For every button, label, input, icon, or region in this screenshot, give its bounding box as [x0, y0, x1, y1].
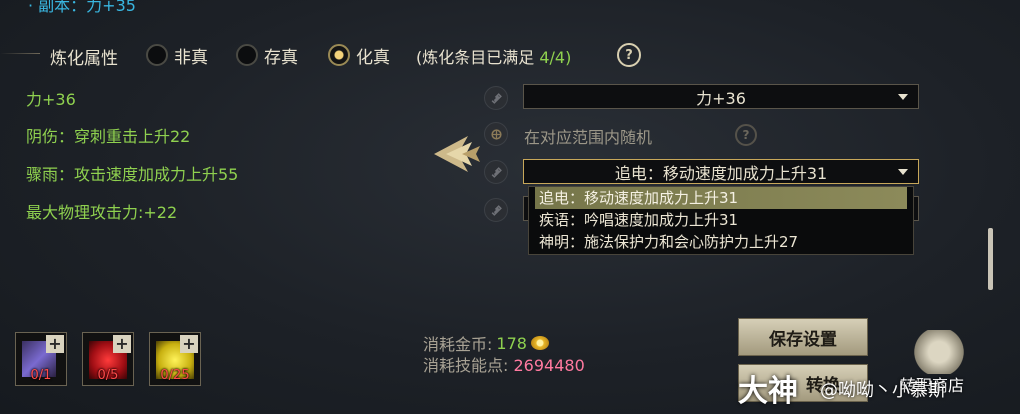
radio-icon [146, 44, 168, 66]
header-divider [0, 53, 40, 54]
gold-cost-value: 178 [496, 333, 527, 353]
help-icon[interactable]: ? [735, 124, 757, 146]
radio-label: 存真 [264, 47, 298, 68]
shop-chest-icon[interactable] [912, 330, 966, 374]
skill-cost-row: 消耗技能点: 2694480 [423, 352, 585, 376]
watermark-handle: @呦呦丶小慕斯 [820, 380, 946, 401]
link-icon[interactable] [484, 198, 508, 222]
gold-coin-icon [530, 336, 549, 350]
attribute-line-4: 最大物理攻击力:+22 [26, 203, 178, 222]
radio-option-1[interactable]: 非真 [146, 42, 208, 68]
dropdown-option-3[interactable]: 神明：施法保护力和会心防护力上升27 [529, 231, 913, 253]
note-count: 4/4) [539, 48, 572, 67]
material-slot-1[interactable]: + 0/1 [15, 332, 67, 386]
note-prefix: (炼化条目已满足 [416, 48, 535, 67]
refine-attribute-label: 炼化属性 [50, 49, 118, 69]
link-icon[interactable] [484, 160, 508, 184]
add-icon[interactable]: + [180, 335, 198, 353]
attribute-select-2[interactable]: 追电：移动速度加成力上升31 [523, 159, 919, 184]
dropdown-option-2[interactable]: 疾语：吟唱速度加成力上升31 [529, 209, 913, 231]
transfer-arrow-icon [432, 130, 482, 178]
attribute-line-3: 骤雨：攻击速度加成力上升55 [26, 165, 239, 184]
material-slot-3[interactable]: + 0/25 [149, 332, 201, 386]
radio-label: 非真 [174, 47, 208, 68]
skill-cost-value: 2694480 [513, 356, 585, 375]
random-range-label: 在对应范围内随机 [524, 128, 653, 147]
material-quantity: 0/5 [97, 368, 119, 383]
radio-icon [236, 44, 258, 66]
select-value: 力+36 [696, 88, 746, 108]
refine-condition-note: (炼化条目已满足 4/4) [416, 44, 571, 68]
chevron-down-icon [898, 169, 908, 175]
radio-option-2[interactable]: 存真 [236, 42, 298, 68]
help-icon[interactable]: ? [617, 43, 641, 67]
radio-option-3[interactable]: 化真 [328, 42, 390, 68]
previous-attribute-text: · 副本：力+35 [28, 0, 136, 15]
dropdown-option-1[interactable]: 追电：移动速度加成力上升31 [535, 187, 907, 209]
attribute-select-1[interactable]: 力+36 [523, 84, 919, 109]
random-icon[interactable] [484, 122, 508, 146]
chevron-down-icon [898, 94, 908, 100]
radio-selected-icon [328, 44, 350, 66]
link-icon[interactable] [484, 86, 508, 110]
scrollbar[interactable] [988, 228, 993, 290]
add-icon[interactable]: + [46, 335, 64, 353]
select-value: 追电：移动速度加成力上升31 [614, 163, 828, 183]
skill-cost-label: 消耗技能点: [423, 356, 509, 375]
material-slot-2[interactable]: + 0/5 [82, 332, 134, 386]
watermark-logo: 大神 [738, 374, 798, 409]
radio-label: 化真 [356, 47, 390, 68]
add-icon[interactable]: + [113, 335, 131, 353]
material-quantity: 0/25 [160, 368, 190, 383]
material-quantity: 0/1 [30, 368, 52, 383]
dropdown-list: 追电：移动速度加成力上升31 疾语：吟唱速度加成力上升31 神明：施法保护力和会… [528, 186, 914, 255]
attribute-line-1: 力+36 [26, 90, 76, 109]
save-settings-button[interactable]: 保存设置 [738, 318, 868, 356]
attribute-line-2: 阴伤：穿刺重击上升22 [26, 127, 191, 146]
